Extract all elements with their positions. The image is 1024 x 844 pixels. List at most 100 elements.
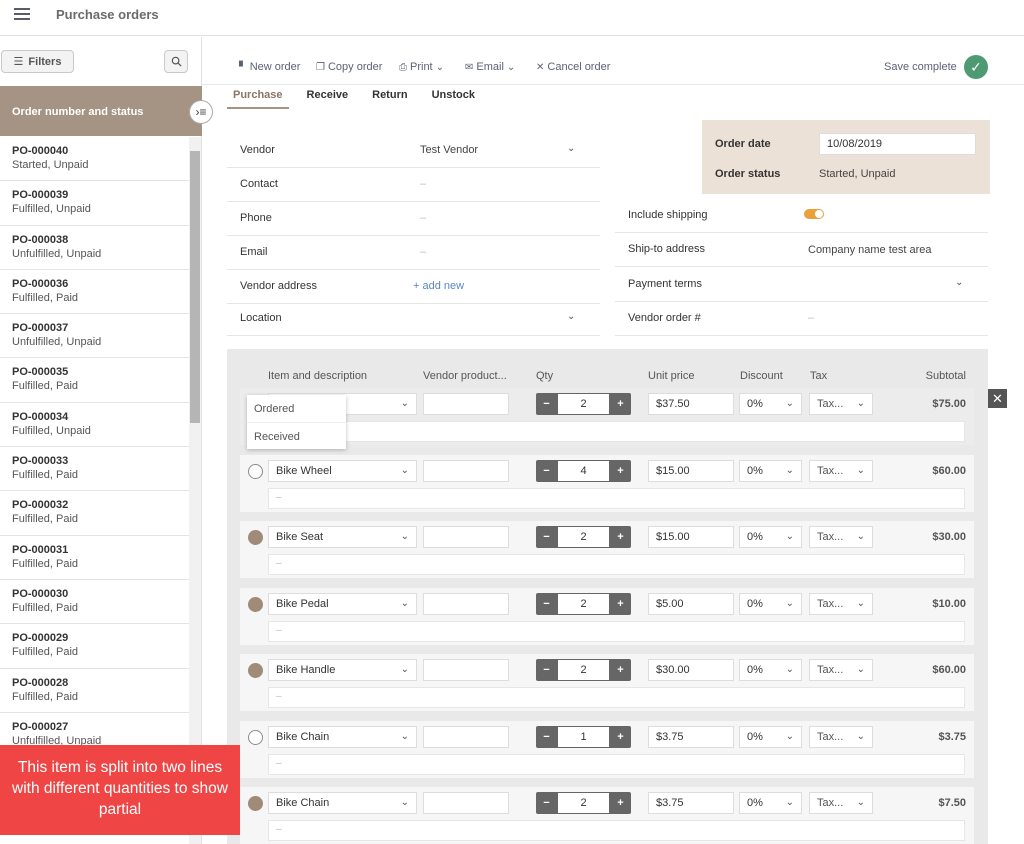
line-description-input[interactable]: – [268,687,965,708]
line-description-input[interactable]: – [268,753,965,775]
qty-decrement-button[interactable]: − [536,659,557,681]
unit-price-input[interactable]: $15.00 [648,526,734,548]
tax-select[interactable]: Tax... ⌄ [809,459,873,482]
vendor-field[interactable]: Vendor Test Vendor ⌄ [227,134,600,168]
qty-increment-button[interactable]: + [610,725,631,748]
order-list-item[interactable]: PO-000036 Fulfilled, Paid [0,270,189,315]
discount-select[interactable]: 0% ⌄ [739,659,802,681]
qty-input[interactable]: 2 [557,393,610,415]
vendor-order-field[interactable]: Vendor order # – [615,302,988,336]
order-list-item[interactable]: PO-000032 Fulfilled, Paid [0,491,189,536]
qty-increment-button[interactable]: + [610,792,631,814]
order-list-item[interactable]: PO-000039 Fulfilled, Unpaid [0,181,189,226]
item-select[interactable]: Bike Pedal ⌄ [268,592,417,615]
qty-input[interactable]: 1 [557,725,610,748]
item-select[interactable]: Bike Wheel ⌄ [268,459,417,482]
location-field[interactable]: Location ⌄ [227,302,600,336]
tab-receive[interactable]: Receive [301,89,355,109]
vendor-product-input[interactable] [423,459,509,482]
order-list-item[interactable]: PO-000029 Fulfilled, Paid [0,624,189,669]
unit-price-input[interactable]: $30.00 [648,659,734,681]
qty-decrement-button[interactable]: − [536,526,557,548]
unit-price-input[interactable]: $15.00 [648,459,734,482]
vendor-product-input[interactable] [423,393,509,415]
vendor-product-input[interactable] [423,792,509,814]
status-option-received[interactable]: Received [247,422,346,449]
phone-field[interactable]: Phone – [227,202,600,236]
tax-select[interactable]: Tax... ⌄ [809,725,873,748]
ship-to-field[interactable]: Ship-to address Company name test area [615,233,988,267]
tab-purchase[interactable]: Purchase [227,89,289,109]
add-address-link[interactable]: + add new [413,280,464,292]
copy-order-button[interactable]: ❐ Copy order [316,61,382,73]
line-status-indicator[interactable] [248,530,263,545]
order-list-item[interactable]: PO-000028 Fulfilled, Paid [0,669,189,713]
unit-price-input[interactable]: $3.75 [648,725,734,748]
line-description-input[interactable]: – [268,554,965,575]
order-list-item[interactable]: PO-000040 Started, Unpaid [0,137,189,182]
scrollbar-thumb[interactable] [190,151,200,423]
qty-decrement-button[interactable]: − [536,459,557,482]
order-date-input[interactable]: 10/08/2019 [819,133,976,155]
vendor-product-input[interactable] [423,725,509,748]
qty-input[interactable]: 2 [557,592,610,615]
item-select[interactable]: Bike Handle ⌄ [268,659,417,681]
tab-return[interactable]: Return [366,89,413,109]
order-list-item[interactable]: PO-000037 Unfulfilled, Unpaid [0,314,189,359]
remove-line-button[interactable]: ✕ [988,389,1007,408]
payment-terms-field[interactable]: Payment terms ⌄ [615,268,988,302]
contact-field[interactable]: Contact – [227,168,600,202]
email-field[interactable]: Email – [227,236,600,270]
order-list-item[interactable]: PO-000030 Fulfilled, Paid [0,580,189,625]
qty-decrement-button[interactable]: − [536,792,557,814]
qty-input[interactable]: 2 [557,526,610,548]
item-select[interactable]: Bike Chain ⌄ [268,792,417,814]
tax-select[interactable]: Tax... ⌄ [809,659,873,681]
qty-increment-button[interactable]: + [610,459,631,482]
collapse-panel-button[interactable]: ›≡ [189,100,213,124]
search-button[interactable] [164,50,188,73]
filters-button[interactable]: ☰ Filters [1,50,74,73]
qty-increment-button[interactable]: + [610,393,631,415]
qty-decrement-button[interactable]: − [536,725,557,748]
order-list-item[interactable]: PO-000034 Fulfilled, Unpaid [0,403,189,448]
qty-decrement-button[interactable]: − [536,393,557,415]
item-select[interactable]: Bike Seat ⌄ [268,526,417,548]
qty-input[interactable]: 2 [557,792,610,814]
print-button[interactable]: ⎙ Print ⌄ [399,61,444,73]
qty-increment-button[interactable]: + [610,592,631,615]
discount-select[interactable]: 0% ⌄ [739,725,802,748]
vendor-product-input[interactable] [423,659,509,681]
line-status-indicator[interactable] [248,463,263,479]
line-description-input[interactable]: – [268,620,965,642]
status-option-ordered[interactable]: Ordered [247,395,346,422]
vendor-product-input[interactable] [423,526,509,548]
cancel-order-button[interactable]: ✕ Cancel order [536,61,610,73]
line-description-input[interactable] [268,421,965,442]
discount-select[interactable]: 0% ⌄ [739,792,802,814]
tax-select[interactable]: Tax... ⌄ [809,393,873,415]
discount-select[interactable]: 0% ⌄ [739,592,802,615]
order-list-item[interactable]: PO-000031 Fulfilled, Paid [0,536,189,580]
tab-unstock[interactable]: Unstock [426,89,481,109]
line-status-indicator[interactable] [248,729,263,745]
line-status-indicator[interactable] [248,796,263,811]
line-description-input[interactable]: – [268,487,965,509]
discount-select[interactable]: 0% ⌄ [739,526,802,548]
qty-input[interactable]: 2 [557,659,610,681]
tax-select[interactable]: Tax... ⌄ [809,792,873,814]
email-button[interactable]: ✉ Email ⌄ [465,61,515,73]
tax-select[interactable]: Tax... ⌄ [809,526,873,548]
hamburger-menu-icon[interactable] [14,8,30,22]
unit-price-input[interactable]: $5.00 [648,592,734,615]
unit-price-input[interactable]: $3.75 [648,792,734,814]
new-order-button[interactable]: ▘ New order [239,61,300,73]
item-select[interactable]: Bike Chain ⌄ [268,725,417,748]
vendor-product-input[interactable] [423,592,509,615]
qty-increment-button[interactable]: + [610,659,631,681]
order-list-item[interactable]: PO-000038 Unfulfilled, Unpaid [0,226,189,270]
discount-select[interactable]: 0% ⌄ [739,393,802,415]
line-description-input[interactable]: – [268,820,965,841]
line-status-indicator[interactable] [248,596,263,612]
qty-input[interactable]: 4 [557,459,610,482]
